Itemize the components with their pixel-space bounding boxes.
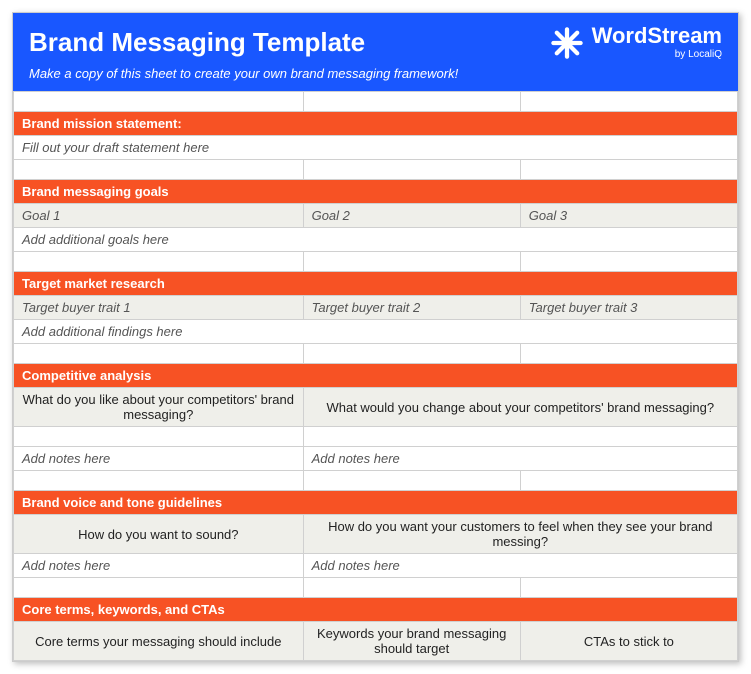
section-core-header: Core terms, keywords, and CTAs (14, 598, 738, 622)
section-heading: Target market research (14, 272, 738, 296)
mission-placeholder[interactable]: Fill out your draft statement here (14, 136, 738, 160)
research-add-placeholder[interactable]: Add additional findings here (14, 320, 738, 344)
research-labels-row[interactable]: Target buyer trait 1 Target buyer trait … (14, 296, 738, 320)
core-col1[interactable]: Core terms your messaging should include (14, 622, 304, 661)
wordstream-logo: WordStream by LocaliQ (550, 25, 722, 60)
trait-3[interactable]: Target buyer trait 3 (520, 296, 737, 320)
voice-notes-row[interactable]: Add notes here Add notes here (14, 554, 738, 578)
trait-1[interactable]: Target buyer trait 1 (14, 296, 304, 320)
goal-2[interactable]: Goal 2 (303, 204, 520, 228)
voice-note2[interactable]: Add notes here (303, 554, 737, 578)
template-table: Brand mission statement: Fill out your d… (13, 91, 738, 661)
competitive-q2[interactable]: What would you change about your competi… (303, 388, 737, 427)
section-heading: Brand mission statement: (14, 112, 738, 136)
competitive-q1[interactable]: What do you like about your competitors'… (14, 388, 304, 427)
voice-questions-row[interactable]: How do you want to sound? How do you wan… (14, 515, 738, 554)
spreadsheet-template: Brand Messaging Template Make a copy of … (12, 12, 739, 662)
goals-add-row[interactable]: Add additional goals here (14, 228, 738, 252)
goal-3[interactable]: Goal 3 (520, 204, 737, 228)
section-competitive-header: Competitive analysis (14, 364, 738, 388)
blank-row[interactable] (14, 471, 738, 491)
blank-row[interactable] (14, 160, 738, 180)
competitive-questions-row[interactable]: What do you like about your competitors'… (14, 388, 738, 427)
goal-1[interactable]: Goal 1 (14, 204, 304, 228)
section-heading: Brand voice and tone guidelines (14, 491, 738, 515)
section-heading: Competitive analysis (14, 364, 738, 388)
mission-input-row[interactable]: Fill out your draft statement here (14, 136, 738, 160)
competitive-notes-row[interactable]: Add notes here Add notes here (14, 447, 738, 471)
voice-q2[interactable]: How do you want your customers to feel w… (303, 515, 737, 554)
competitive-note2[interactable]: Add notes here (303, 447, 737, 471)
research-add-row[interactable]: Add additional findings here (14, 320, 738, 344)
section-mission-header: Brand mission statement: (14, 112, 738, 136)
core-columns-row[interactable]: Core terms your messaging should include… (14, 622, 738, 661)
header-banner: Brand Messaging Template Make a copy of … (13, 13, 738, 91)
section-voice-header: Brand voice and tone guidelines (14, 491, 738, 515)
trait-2[interactable]: Target buyer trait 2 (303, 296, 520, 320)
core-col2[interactable]: Keywords your brand messaging should tar… (303, 622, 520, 661)
voice-q1[interactable]: How do you want to sound? (14, 515, 304, 554)
blank-row[interactable] (14, 578, 738, 598)
core-col3[interactable]: CTAs to stick to (520, 622, 737, 661)
blank-row[interactable] (14, 252, 738, 272)
logo-sub-text: by LocaliQ (675, 50, 722, 60)
competitive-note1[interactable]: Add notes here (14, 447, 304, 471)
asterisk-icon (550, 26, 584, 60)
page-subtitle: Make a copy of this sheet to create your… (29, 66, 722, 81)
section-heading: Core terms, keywords, and CTAs (14, 598, 738, 622)
blank-row[interactable] (14, 427, 738, 447)
section-research-header: Target market research (14, 272, 738, 296)
section-heading: Brand messaging goals (14, 180, 738, 204)
voice-note1[interactable]: Add notes here (14, 554, 304, 578)
goals-add-placeholder[interactable]: Add additional goals here (14, 228, 738, 252)
logo-main-text: WordStream (592, 25, 722, 47)
section-goals-header: Brand messaging goals (14, 180, 738, 204)
blank-row[interactable] (14, 92, 738, 112)
blank-row[interactable] (14, 344, 738, 364)
goals-labels-row[interactable]: Goal 1 Goal 2 Goal 3 (14, 204, 738, 228)
